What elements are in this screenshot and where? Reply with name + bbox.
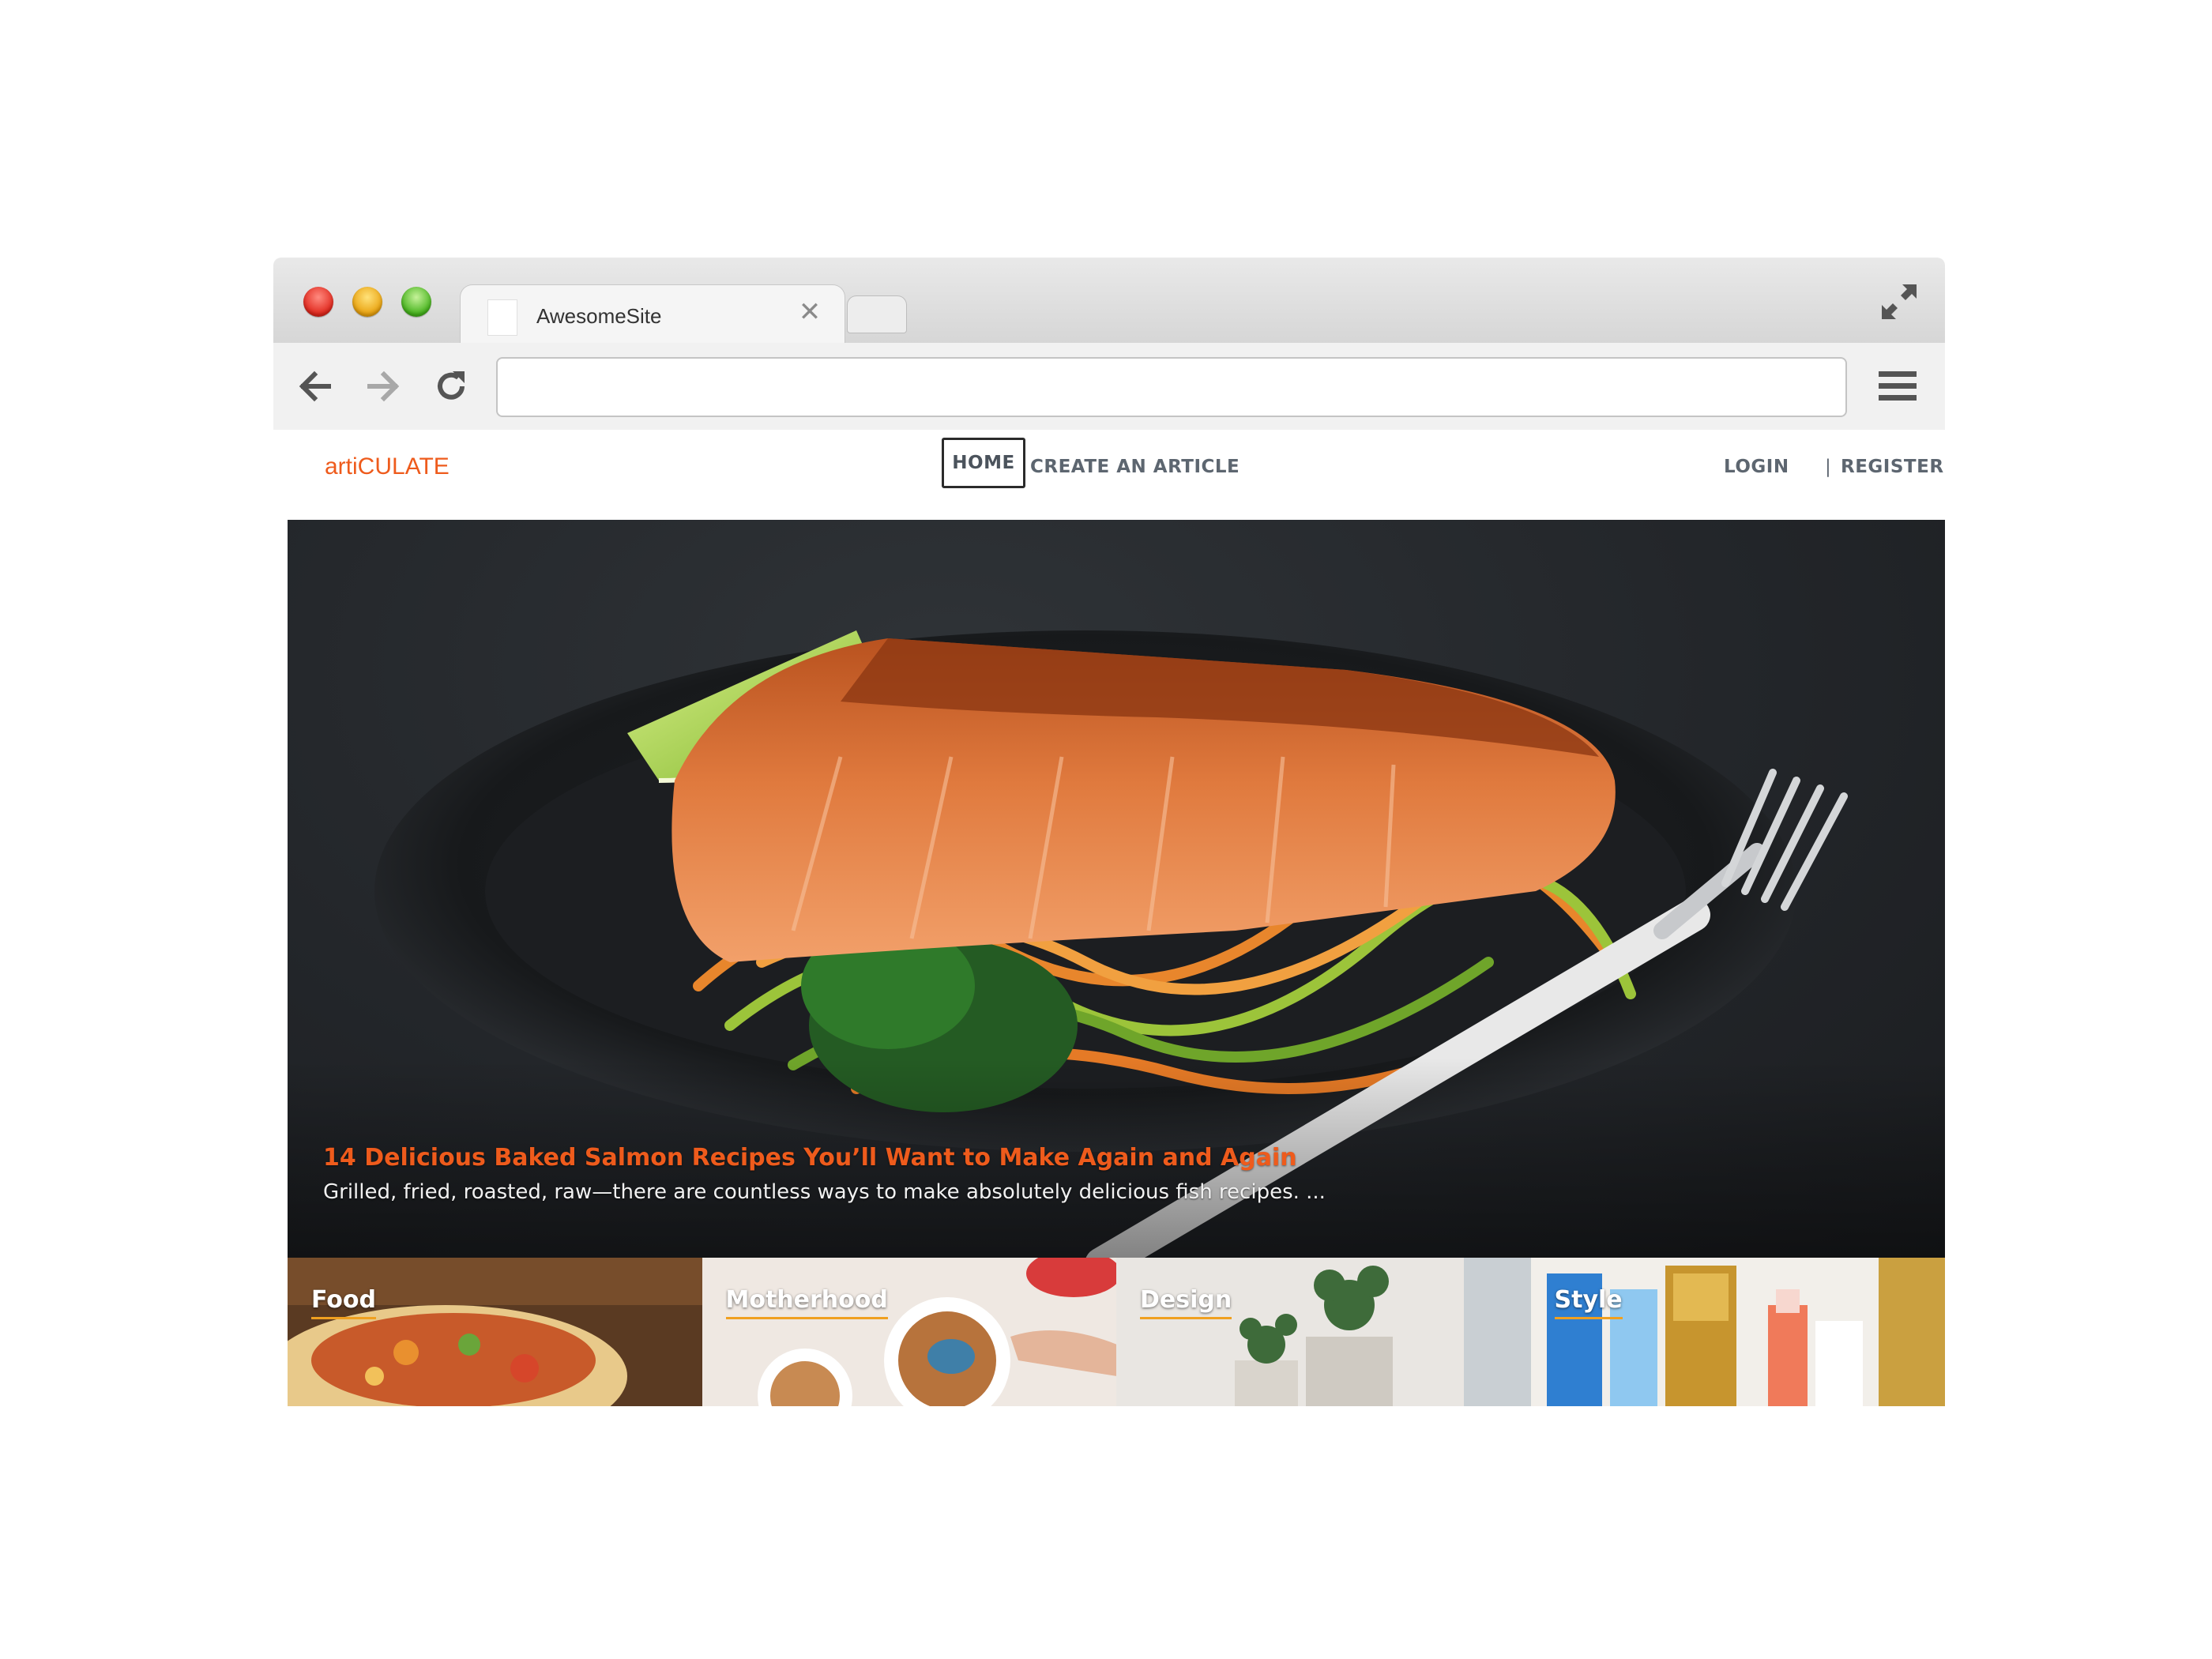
arrow-left-icon[interactable] bbox=[292, 363, 338, 409]
expand-icon[interactable] bbox=[1877, 280, 1921, 324]
hamburger-menu-icon[interactable] bbox=[1875, 367, 1920, 406]
maximize-window-button[interactable] bbox=[401, 287, 431, 317]
browser-toolbar bbox=[273, 343, 1945, 431]
browser-titlebar: AwesomeSite ✕ bbox=[273, 258, 1945, 345]
nav-create-article-link[interactable]: CREATE AN ARTICLE bbox=[1030, 457, 1240, 477]
close-tab-icon[interactable]: ✕ bbox=[794, 296, 826, 328]
food-image bbox=[288, 1258, 702, 1406]
browser-window: AwesomeSite ✕ artiCULATE HOME CREATE AN … bbox=[273, 258, 1945, 1406]
new-tab-button[interactable] bbox=[847, 295, 907, 333]
hero-article-excerpt: Grilled, fried, roasted, raw—there are c… bbox=[323, 1180, 1326, 1204]
category-label-food: Food bbox=[311, 1286, 376, 1319]
category-label-style: Style bbox=[1554, 1286, 1623, 1319]
nav-register-link[interactable]: REGISTER bbox=[1841, 457, 1944, 477]
close-window-button[interactable] bbox=[303, 287, 333, 317]
cosmetics-image bbox=[1530, 1258, 1945, 1406]
site-header: artiCULATE HOME CREATE AN ARTICLE LOGIN … bbox=[273, 430, 1945, 518]
category-tile-design[interactable]: Design bbox=[1116, 1258, 1531, 1406]
category-label-design: Design bbox=[1140, 1286, 1232, 1319]
tab-title: AwesomeSite bbox=[536, 304, 662, 328]
category-label-motherhood: Motherhood bbox=[725, 1286, 888, 1319]
hero-featured-article[interactable]: 14 Delicious Baked Salmon Recipes You’ll… bbox=[288, 520, 1945, 1264]
plants-image bbox=[1116, 1258, 1531, 1406]
nav-login-link[interactable]: LOGIN bbox=[1724, 457, 1789, 477]
category-tile-motherhood[interactable]: Motherhood bbox=[702, 1258, 1116, 1406]
minimize-window-button[interactable] bbox=[352, 287, 382, 317]
site-logo[interactable]: artiCULATE bbox=[325, 453, 450, 480]
nav-home-link[interactable]: HOME bbox=[942, 438, 1025, 488]
browser-tab[interactable]: AwesomeSite ✕ bbox=[460, 284, 845, 345]
nav-separator: | bbox=[1825, 457, 1832, 477]
reload-icon[interactable] bbox=[428, 363, 474, 409]
hero-article-title[interactable]: 14 Delicious Baked Salmon Recipes You’ll… bbox=[323, 1144, 1297, 1172]
arrow-right-icon[interactable] bbox=[360, 363, 406, 409]
coffee-image bbox=[702, 1258, 1116, 1406]
category-tile-food[interactable]: Food bbox=[288, 1258, 702, 1406]
category-tile-style[interactable]: Style bbox=[1530, 1258, 1945, 1406]
category-tiles: Food Motherhood Design Style bbox=[288, 1258, 1945, 1406]
address-bar[interactable] bbox=[496, 357, 1847, 417]
page-favicon-icon bbox=[487, 299, 517, 336]
